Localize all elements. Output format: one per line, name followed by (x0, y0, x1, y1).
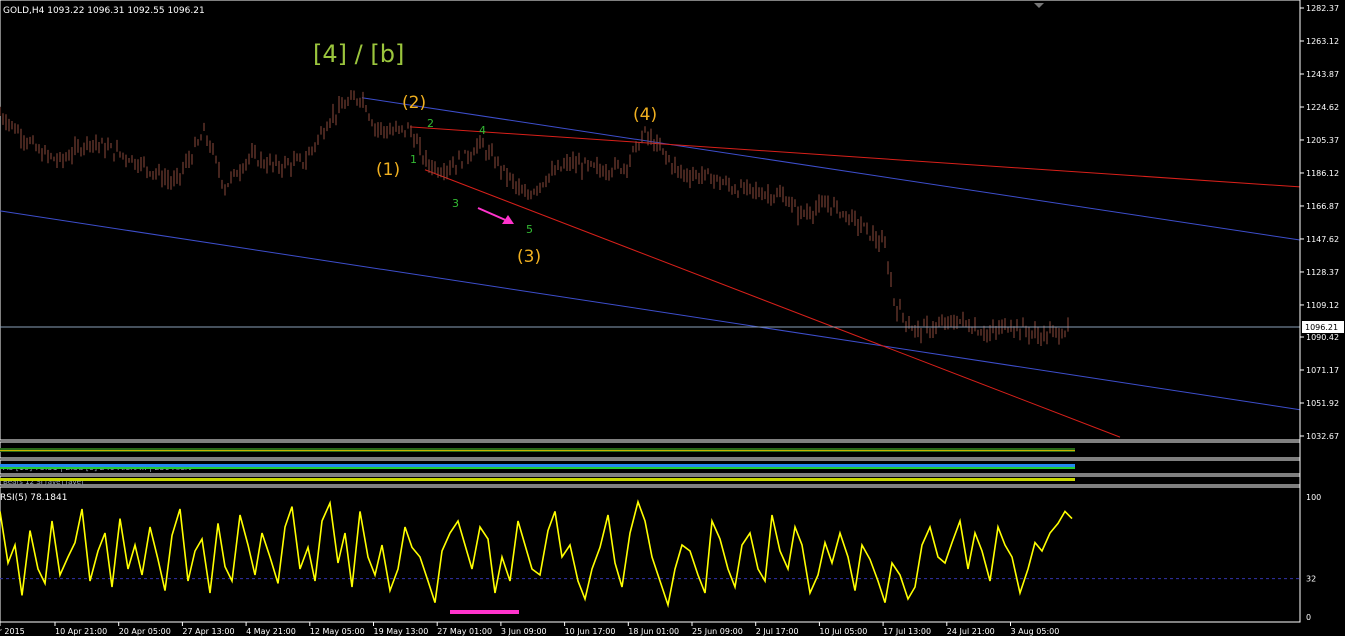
time-tick-label: 19 May 13:00 (374, 627, 429, 636)
price-tick-label: 1109.12 (1306, 301, 1339, 310)
time-tick-label: 2 Jul 17:00 (756, 627, 799, 636)
time-tick-label: 3 Jun 09:00 (501, 627, 547, 636)
rsi-tick-label: 0 (1306, 613, 1311, 622)
wave-label-1: (1) (376, 160, 400, 180)
time-tick-label: 10 Jul 05:00 (819, 627, 867, 636)
current-price-label: 1096.21 (1305, 323, 1338, 332)
price-tick-label: 1051.92 (1306, 399, 1339, 408)
subwave-label-1: 1 (410, 153, 417, 166)
time-tick-label: 24 Jul 21:00 (947, 627, 995, 636)
price-tick-label: 1243.87 (1306, 70, 1339, 79)
time-tick-label: 25 Jun 09:00 (692, 627, 743, 636)
price-tick-label: 1166.87 (1306, 202, 1339, 211)
price-panel[interactable]: GOLD,H4 1093.22 1096.31 1092.55 1096.21 … (0, 0, 1301, 441)
rsi-tick-label: 100 (1306, 493, 1321, 502)
wave-label-4: (4) (633, 105, 657, 125)
price-tick-label: 1032.67 (1306, 432, 1339, 441)
indicator-panel-1[interactable] (0, 441, 1301, 459)
time-tick-label: 27 May 01:00 (437, 627, 492, 636)
price-tick-label: 1147.62 (1306, 235, 1339, 244)
rsi-tick-label: 32 (1306, 575, 1316, 584)
price-tick-label: 1128.37 (1306, 268, 1339, 277)
time-tick-label: 10 Apr 21:00 (55, 627, 107, 636)
subwave-label-2: 2 (427, 117, 434, 130)
wave-label-2: (2) (402, 93, 426, 113)
time-tick-label: 4 May 21:00 (246, 627, 296, 636)
price-tick-label: 1186.12 (1306, 169, 1339, 178)
price-tick-label: 1224.62 (1306, 103, 1339, 112)
price-tick-label: 1205.37 (1306, 136, 1339, 145)
rsi-panel[interactable]: RSI(5) 78.1841 (0, 486, 1301, 623)
price-tick-label: 1282.37 (1306, 4, 1339, 13)
wave-label-3: (3) (517, 247, 541, 267)
subwave-label-4: 4 (479, 124, 486, 137)
time-tick-label: 12 May 05:00 (310, 627, 365, 636)
major-wave-label: [4] / [b] (313, 40, 404, 68)
price-tick-label: 1071.17 (1306, 366, 1339, 375)
time-tick-label: 20 Apr 05:00 (119, 627, 171, 636)
chart-canvas: GOLD,H4 1093.22 1096.31 1092.55 1096.21 … (0, 0, 1345, 636)
time-tick-label: 27 Apr 13:00 (182, 627, 234, 636)
subwave-label-5: 5 (526, 223, 533, 236)
indicator-panel-3[interactable]: Bears 12 SI [ave] [ave] (0, 475, 1301, 486)
time-tick-label: 10 Jun 17:00 (565, 627, 616, 636)
rsi-title: RSI(5) 78.1841 (0, 493, 67, 503)
subwave-label-3: 3 (452, 197, 459, 210)
symbol-info: GOLD,H4 1093.22 1096.31 1092.55 1096.21 (3, 6, 205, 16)
indicator-panel-2[interactable]: Ao [10] 75.51 | 2.3d [0] 249 Alert ... |… (0, 459, 1301, 475)
time-tick-label: 18 Jun 01:00 (628, 627, 679, 636)
time-tick-label: 17 Jul 13:00 (883, 627, 931, 636)
price-tick-label: 1090.42 (1306, 333, 1339, 342)
time-tick-label: 3 Aug 05:00 (1011, 627, 1060, 636)
time-tick-label: Apr 2015 (0, 627, 25, 636)
price-tick-label: 1263.12 (1306, 37, 1339, 46)
